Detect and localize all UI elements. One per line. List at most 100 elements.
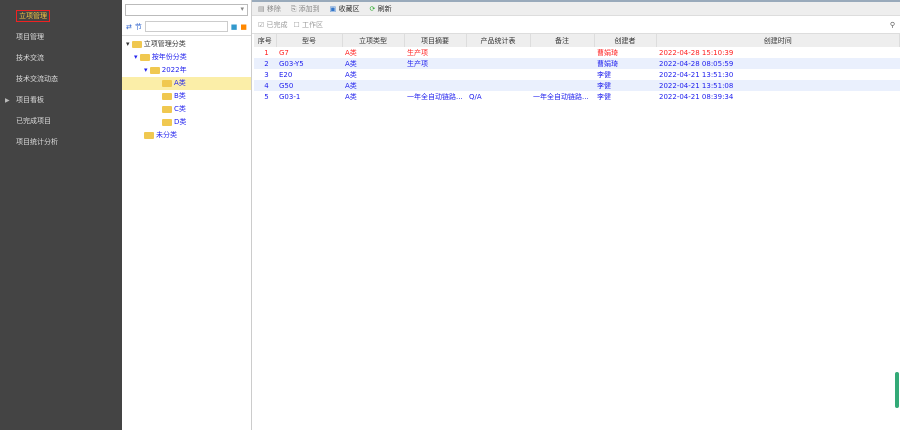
- tree-node[interactable]: 未分类: [122, 129, 251, 142]
- workspace-checkbox[interactable]: ☐ 工作区: [294, 20, 324, 30]
- label: 移除: [266, 4, 281, 13]
- toolbar: ▤ 移除 ⎘ 添加到 ▣ 收藏区 ⟳ 刷新: [252, 2, 900, 16]
- column-header[interactable]: 创建时间: [656, 34, 900, 47]
- column-header[interactable]: 产品统计表: [466, 34, 531, 47]
- table-cell: [530, 80, 594, 91]
- table-cell: 2022-04-21 13:51:30: [659, 70, 734, 79]
- label: 项目管理: [16, 33, 44, 41]
- sidebar-item-project-approval[interactable]: 立项管理: [0, 6, 122, 27]
- table-cell: Q/A: [469, 92, 482, 101]
- tree-node[interactable]: C类: [122, 103, 251, 116]
- add-to-button[interactable]: ⎘ 添加到: [291, 4, 320, 14]
- table-cell: 李健: [594, 80, 656, 91]
- tree-search-input[interactable]: [144, 21, 228, 32]
- folder-icon: [162, 79, 172, 87]
- tree-node-selected[interactable]: A类: [122, 77, 251, 90]
- table-cell: 一年全自动链路...: [407, 92, 463, 101]
- label: 立项管理: [16, 10, 50, 22]
- table-cell: 曹娟琦: [597, 48, 618, 57]
- label: 项目看板: [16, 96, 44, 104]
- folder-icon: [139, 53, 150, 61]
- table-cell: 李健: [597, 70, 611, 79]
- sidebar-item-statistics[interactable]: 项目统计分析: [0, 132, 122, 153]
- table-cell: 2022-04-21 08:39:34: [659, 92, 734, 101]
- table-cell: 一年全自动链路...: [533, 92, 589, 101]
- table-cell: 3: [264, 70, 269, 79]
- sidebar-item-completed-projects[interactable]: 已完成项目: [0, 111, 122, 132]
- label: 已完成项目: [16, 117, 51, 125]
- favorites-icon: ▣: [329, 4, 337, 13]
- label: C类: [174, 105, 186, 113]
- label: 按年份分类: [151, 53, 187, 61]
- table-cell: [466, 69, 530, 80]
- main-panel: ▤ 移除 ⎘ 添加到 ▣ 收藏区 ⟳ 刷新 ☑ 已完成 ☐ 工作区 ⚲ 序号 型号…: [252, 0, 900, 430]
- folder-icon: [149, 66, 160, 74]
- folder-icon: [144, 131, 154, 139]
- label: 立项管理分类: [143, 40, 186, 48]
- table-row[interactable]: 2 G03-Y5 A类 生产项 曹娟琦 2022-04-28 08:05:59: [254, 58, 900, 69]
- label: 技术交流动态: [16, 75, 58, 83]
- sidebar-item-project-board[interactable]: ▶ 项目看板: [0, 90, 122, 111]
- tree-node[interactable]: ▾ 2022年: [122, 64, 251, 77]
- label: 刷新: [377, 4, 392, 13]
- category-tree-panel: ⇄ 节 ■ ■ ▾ 立项管理分类 ▾ 按年份分类 ▾ 2022年 A类 B类 C…: [122, 0, 252, 430]
- label: B类: [174, 92, 186, 100]
- table-cell: 曹娟琦: [594, 58, 656, 69]
- refresh-button[interactable]: ⟳ 刷新: [370, 4, 392, 14]
- column-header[interactable]: 序号: [254, 34, 277, 47]
- table-cell: 2: [254, 58, 276, 69]
- table-cell: [466, 47, 530, 58]
- label: 已完成: [266, 20, 288, 29]
- label: 收藏区: [338, 4, 360, 13]
- collapse-icon[interactable]: ■: [240, 23, 247, 31]
- table-cell: A类: [345, 70, 357, 79]
- table-cell: G50: [276, 80, 342, 91]
- tree-node[interactable]: ▾ 立项管理分类: [122, 38, 251, 51]
- table-cell: 2022-04-21 13:51:08: [656, 80, 900, 91]
- category-select[interactable]: [125, 4, 248, 16]
- refresh-tree-icon[interactable]: ⇄: [126, 23, 132, 31]
- sidebar-item-tech-exchange[interactable]: 技术交流: [0, 48, 122, 69]
- table-cell: A类: [345, 92, 357, 101]
- tree-node[interactable]: B类: [122, 90, 251, 103]
- completed-checkbox[interactable]: ☑ 已完成: [258, 20, 288, 30]
- tree-node[interactable]: D类: [122, 116, 251, 129]
- column-header[interactable]: 创建者: [594, 34, 657, 47]
- table-row[interactable]: 3 E20 A类 李健 2022-04-21 13:51:30: [254, 69, 900, 80]
- table-cell: [530, 47, 594, 58]
- expand-icon[interactable]: ■: [231, 23, 238, 31]
- column-header[interactable]: 备注: [530, 34, 595, 47]
- sidebar: 立项管理 项目管理 技术交流 技术交流动态 ▶ 项目看板 已完成项目 项目统计分析: [0, 0, 122, 430]
- table-row[interactable]: 1 G7 A类 生产项 曹娟琦 2022-04-28 15:10:39: [254, 47, 900, 58]
- sidebar-item-tech-exchange-news[interactable]: 技术交流动态: [0, 69, 122, 90]
- table-cell: A类: [342, 80, 404, 91]
- table-cell: G7: [279, 48, 289, 57]
- project-table: 序号 型号 立项类型 项目摘要 产品统计表 备注 创建者 创建时间 1 G7 A类 生产项 曹娟琦 20…: [254, 34, 900, 102]
- tree-node[interactable]: ▾ 按年份分类: [122, 51, 251, 64]
- favorites-button[interactable]: ▣ 收藏区: [330, 4, 360, 14]
- table-cell: 4: [254, 80, 276, 91]
- table-cell: E20: [279, 70, 293, 79]
- label: 工作区: [302, 20, 324, 29]
- sidebar-item-project-management[interactable]: 项目管理: [0, 27, 122, 48]
- scrollbar[interactable]: [895, 372, 899, 408]
- remove-button[interactable]: ▤ 移除: [258, 4, 281, 14]
- label: 2022年: [161, 66, 187, 74]
- label: D类: [174, 118, 187, 126]
- table-cell: 5: [264, 92, 269, 101]
- table-row[interactable]: 4 G50 A类 李健 2022-04-21 13:51:08: [254, 80, 900, 91]
- column-header[interactable]: 项目摘要: [404, 34, 467, 47]
- table-row[interactable]: 5 G03-1 A类 一年全自动链路... Q/A 一年全自动链路... 李健 2022-04…: [254, 91, 900, 102]
- table-cell: A类: [342, 58, 404, 69]
- label: 未分类: [156, 131, 177, 139]
- refresh-icon: ⟳: [369, 4, 376, 13]
- column-header[interactable]: 型号: [276, 34, 343, 47]
- table-cell: [466, 58, 530, 69]
- tree-toolbar-label: 节: [134, 22, 142, 31]
- table-cell: 李健: [597, 92, 611, 101]
- folder-icon: [162, 105, 172, 113]
- folder-icon: [162, 118, 172, 126]
- search-icon[interactable]: ⚲: [890, 21, 895, 29]
- table-cell: 2022-04-28 15:10:39: [659, 48, 734, 57]
- column-header[interactable]: 立项类型: [342, 34, 405, 47]
